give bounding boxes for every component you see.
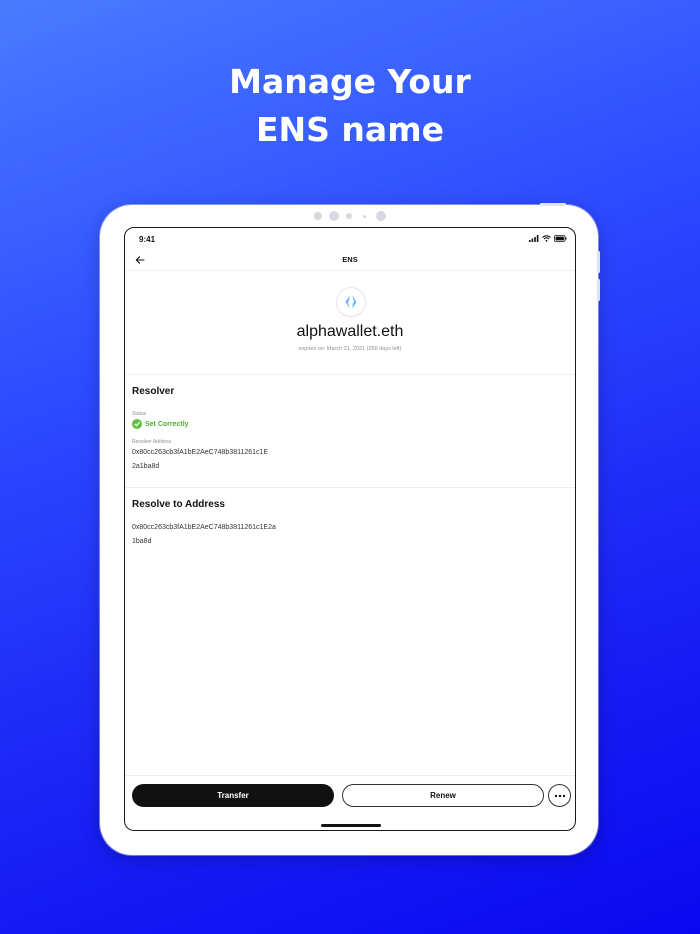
camera-array: [100, 211, 598, 223]
expiry-text: expires on: March 21, 2021 (256 days lef…: [298, 346, 402, 352]
more-button[interactable]: [548, 784, 571, 807]
ens-logo-icon: [337, 288, 365, 316]
cellular-signal-icon: [529, 235, 539, 242]
status-icons: [529, 235, 567, 242]
navigation-bar: ENS: [125, 250, 575, 270]
status-bar: 9:41: [125, 228, 575, 250]
status-time: 9:41: [139, 235, 156, 244]
headline-line-1: Manage Your: [229, 62, 471, 101]
device-volume-up-button: [597, 251, 600, 273]
resolver-address-line-2: 2a1ba8d: [132, 463, 160, 470]
check-circle-icon: [132, 419, 142, 429]
resolve-to-section-title: Resolve to Address: [132, 499, 225, 510]
headline-line-2: ENS name: [256, 110, 444, 149]
action-bar: Transfer Renew: [125, 775, 575, 830]
resolver-address-label: Resolver Address: [132, 439, 172, 445]
app-screen: 9:41 ENS alphawallet.eth expires on: Mar…: [124, 227, 576, 831]
more-horizontal-icon: [554, 794, 565, 797]
marketing-headline: Manage Your ENS name: [0, 58, 700, 154]
nav-divider: [125, 270, 575, 271]
status-label: Status: [132, 411, 147, 417]
resolve-to-address-line-1: 0x80cc263cb3fA1bE2AeC748b3811261c1E2a: [132, 524, 276, 531]
resolver-divider: [125, 487, 575, 488]
sensor-dot: [346, 213, 352, 219]
home-indicator[interactable]: [321, 824, 381, 827]
resolve-to-address-line-2: 1ba8d: [132, 538, 152, 545]
device-volume-down-button: [597, 279, 600, 301]
ens-domain-name: alphawallet.eth: [296, 323, 404, 340]
battery-icon: [554, 235, 567, 242]
sensor-dot: [314, 212, 322, 220]
transfer-button[interactable]: Transfer: [132, 784, 334, 807]
resolver-section-title: Resolver: [132, 386, 175, 397]
wifi-icon: [542, 235, 551, 242]
sensor-dot: [363, 215, 366, 218]
device-top-button: [540, 203, 566, 206]
profile-divider: [125, 374, 575, 375]
resolver-address-line-1: 0x80cc263cb3fA1bE2AeC748b3811261c1E: [132, 449, 269, 456]
renew-button[interactable]: Renew: [342, 784, 544, 807]
nav-title: ENS: [342, 255, 358, 264]
resolver-status: Set Correctly: [132, 419, 189, 429]
status-value: Set Correctly: [145, 420, 189, 428]
camera-lens: [376, 211, 386, 221]
sensor-dot: [329, 211, 339, 221]
